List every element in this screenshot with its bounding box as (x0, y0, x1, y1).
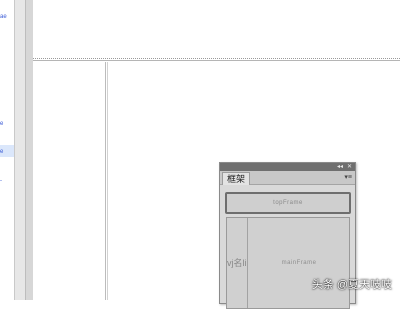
panel-menu-icon[interactable]: ▾≡ (344, 172, 352, 183)
top-frame-region[interactable] (33, 0, 400, 61)
side-panel-edge: ae e e - (0, 0, 14, 300)
top-frame-thumbnail[interactable]: topFrame (225, 192, 351, 214)
left-frame-region[interactable] (33, 62, 108, 300)
side-panel-fragment: - (0, 178, 2, 184)
panel-tabbar: 框架 ▾≡ (220, 171, 355, 185)
side-panel-fragment: ae (0, 14, 7, 20)
collapse-icon[interactable]: ◂◂ (337, 163, 343, 171)
side-panel-fragment: e (0, 121, 4, 127)
bottom-frameset-thumbnail: lvj名li mainFrame (226, 217, 350, 309)
main-frame-thumbnail[interactable]: mainFrame (249, 218, 349, 308)
tab-frames[interactable]: 框架 (222, 172, 251, 185)
close-icon[interactable]: ✕ (347, 163, 352, 171)
left-frame-thumbnail[interactable]: lvj名li (227, 218, 248, 308)
panel-titlebar[interactable]: ◂◂ ✕ (220, 163, 355, 171)
side-panel-fragment: e (0, 149, 4, 155)
watermark: 头条 @夏天吱吱 (311, 279, 392, 291)
